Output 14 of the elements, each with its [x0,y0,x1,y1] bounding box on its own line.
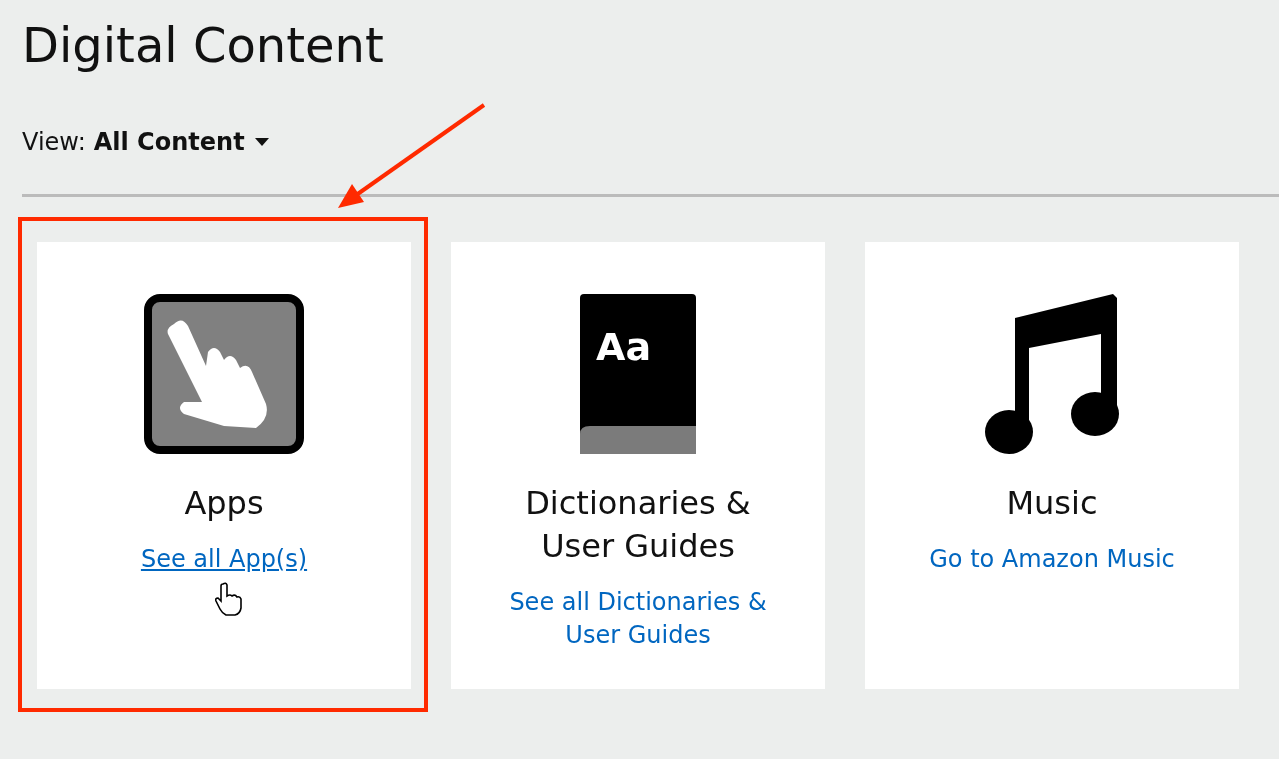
view-label: View: [22,128,86,156]
card-link[interactable]: See all App(s) [84,543,364,576]
hand-cursor-icon [215,582,243,616]
card-title: Dictionaries & User Guides [524,483,752,567]
pointing-hand-icon [144,294,304,454]
caret-icon [254,138,269,146]
card-title: Apps [183,483,265,524]
view-dropdown[interactable]: All Content [93,128,269,156]
page-title: Digital Content [22,16,385,75]
music-note-icon [985,294,1119,454]
book-icon: Aa [580,294,696,454]
card-title: Music [1005,483,1099,524]
card-link[interactable]: Go to Amazon Music [912,543,1192,576]
card-link[interactable]: See all Dictionaries & User Guides [498,586,778,652]
